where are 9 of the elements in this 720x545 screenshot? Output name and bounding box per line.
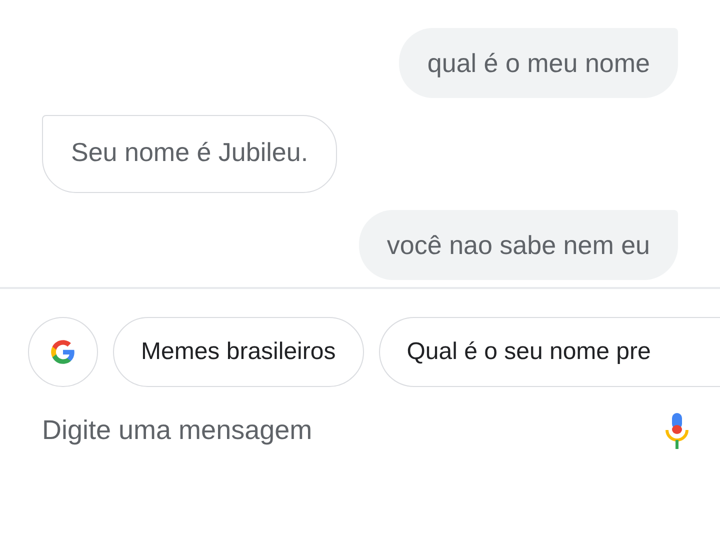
suggestion-chip[interactable]: Memes brasileiros [113, 317, 364, 387]
microphone-button[interactable] [664, 412, 690, 450]
suggestion-chip[interactable]: Qual é o seu nome pre [378, 317, 720, 387]
assistant-message-bubble: Seu nome é Jubileu. [42, 115, 338, 193]
user-message-bubble: você nao sabe nem eu [358, 210, 678, 280]
google-g-icon [50, 339, 76, 365]
microphone-icon [664, 412, 690, 450]
user-message-bubble: qual é o meu nome [399, 28, 678, 98]
message-input-field[interactable]: Digite uma mensagem [42, 407, 664, 454]
